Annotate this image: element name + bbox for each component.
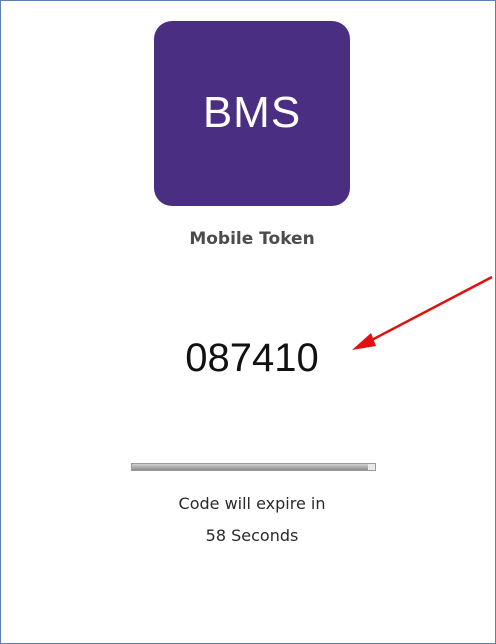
red-arrow-icon [352,275,493,350]
